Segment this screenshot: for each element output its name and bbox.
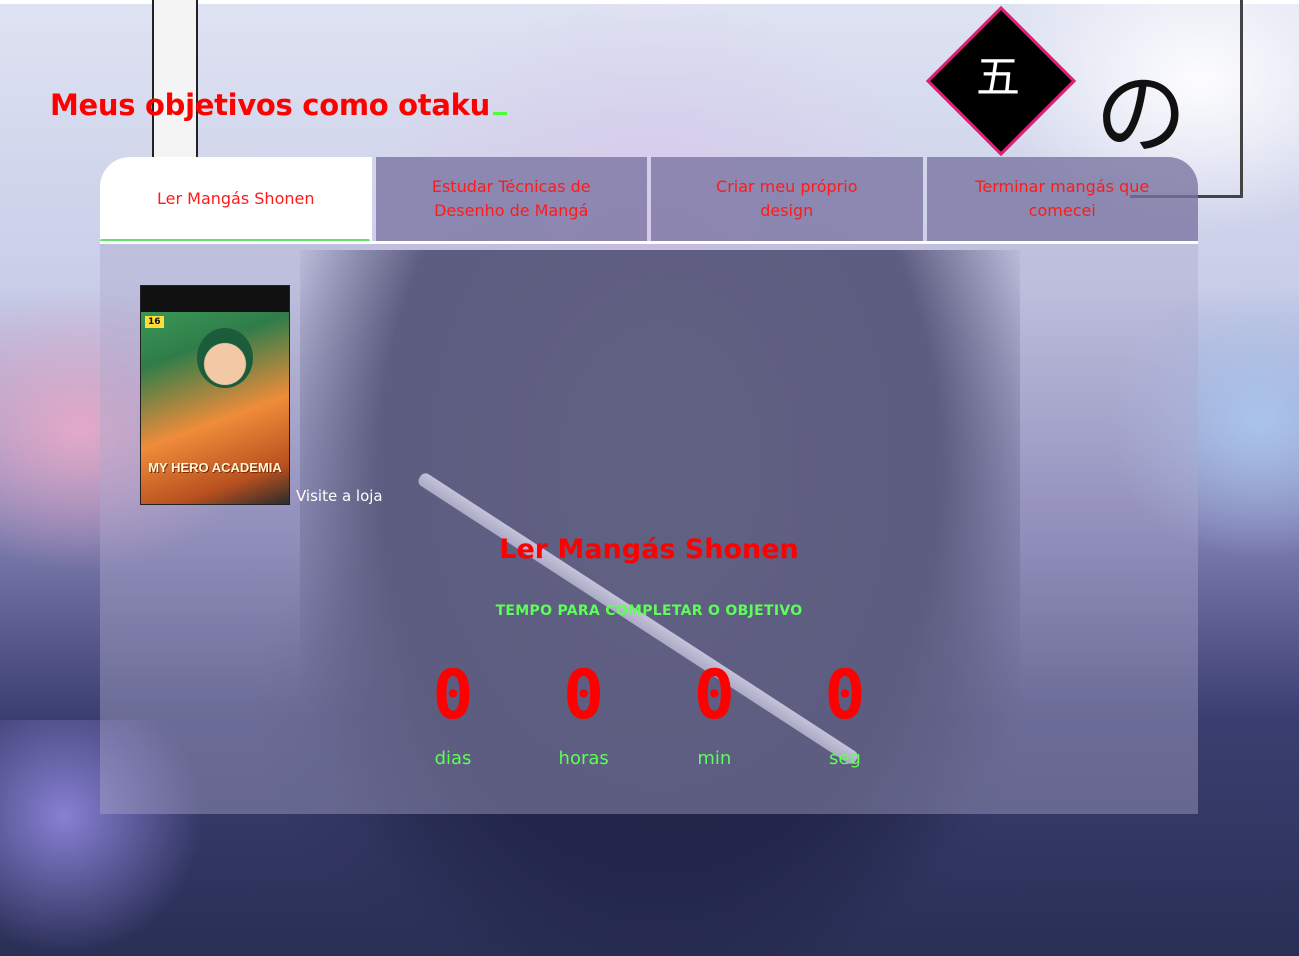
- blinking-cursor: [492, 112, 507, 115]
- cover-masthead: [141, 286, 289, 312]
- hours-value: 0: [563, 656, 605, 735]
- days-value: 0: [432, 656, 474, 735]
- goal-subtitle: TEMPO PARA COMPLETAR O OBJETIVO: [495, 603, 803, 619]
- seconds-label: seg: [829, 748, 861, 769]
- countdown-days: 0 dias: [418, 656, 488, 776]
- visit-store-label[interactable]: Visite a loja: [296, 487, 383, 505]
- countdown-hours: 0 horas: [549, 656, 619, 776]
- page-title-text: Meus objetivos como otaku: [50, 88, 490, 122]
- countdown-seconds: 0 seg: [810, 656, 880, 776]
- goal-title: Ler Mangás Shonen: [499, 534, 799, 565]
- kana-glyph: の: [1095, 61, 1188, 168]
- tab-terminar-mangas[interactable]: Terminar mangás que comecei: [926, 157, 1198, 241]
- goal-panel: 16 MY HERO ACADEMIA Visite a loja Ler Ma…: [100, 244, 1198, 814]
- hours-label: horas: [558, 748, 609, 769]
- days-label: dias: [434, 748, 472, 769]
- countdown-minutes: 0 min: [679, 656, 749, 776]
- page-title: Meus objetivos como otaku: [50, 88, 507, 122]
- tab-criar-design[interactable]: Criar meu próprio design: [651, 157, 923, 241]
- manga-cover-image[interactable]: 16 MY HERO ACADEMIA: [140, 285, 290, 505]
- tab-estudar-tecnicas[interactable]: Estudar Técnicas de Desenho de Mangá: [375, 157, 647, 241]
- cover-title: MY HERO ACADEMIA: [148, 460, 282, 475]
- publisher-strip: [152, 0, 198, 160]
- tab-ler-mangas-shonen[interactable]: Ler Mangás Shonen: [100, 157, 372, 243]
- countdown-timer: 0 dias 0 horas 0 min 0 seg: [418, 656, 880, 776]
- visit-store-link[interactable]: 16 MY HERO ACADEMIA Visite a loja: [140, 285, 383, 505]
- seconds-value: 0: [824, 656, 866, 735]
- goal-tabs: Ler Mangás Shonen Estudar Técnicas de De…: [100, 157, 1198, 243]
- minutes-value: 0: [693, 656, 735, 735]
- kanji-glyph: 五: [976, 52, 1020, 103]
- minutes-label: min: [697, 748, 732, 769]
- cover-character: [197, 328, 253, 388]
- cover-issue-badge: 16: [145, 316, 164, 328]
